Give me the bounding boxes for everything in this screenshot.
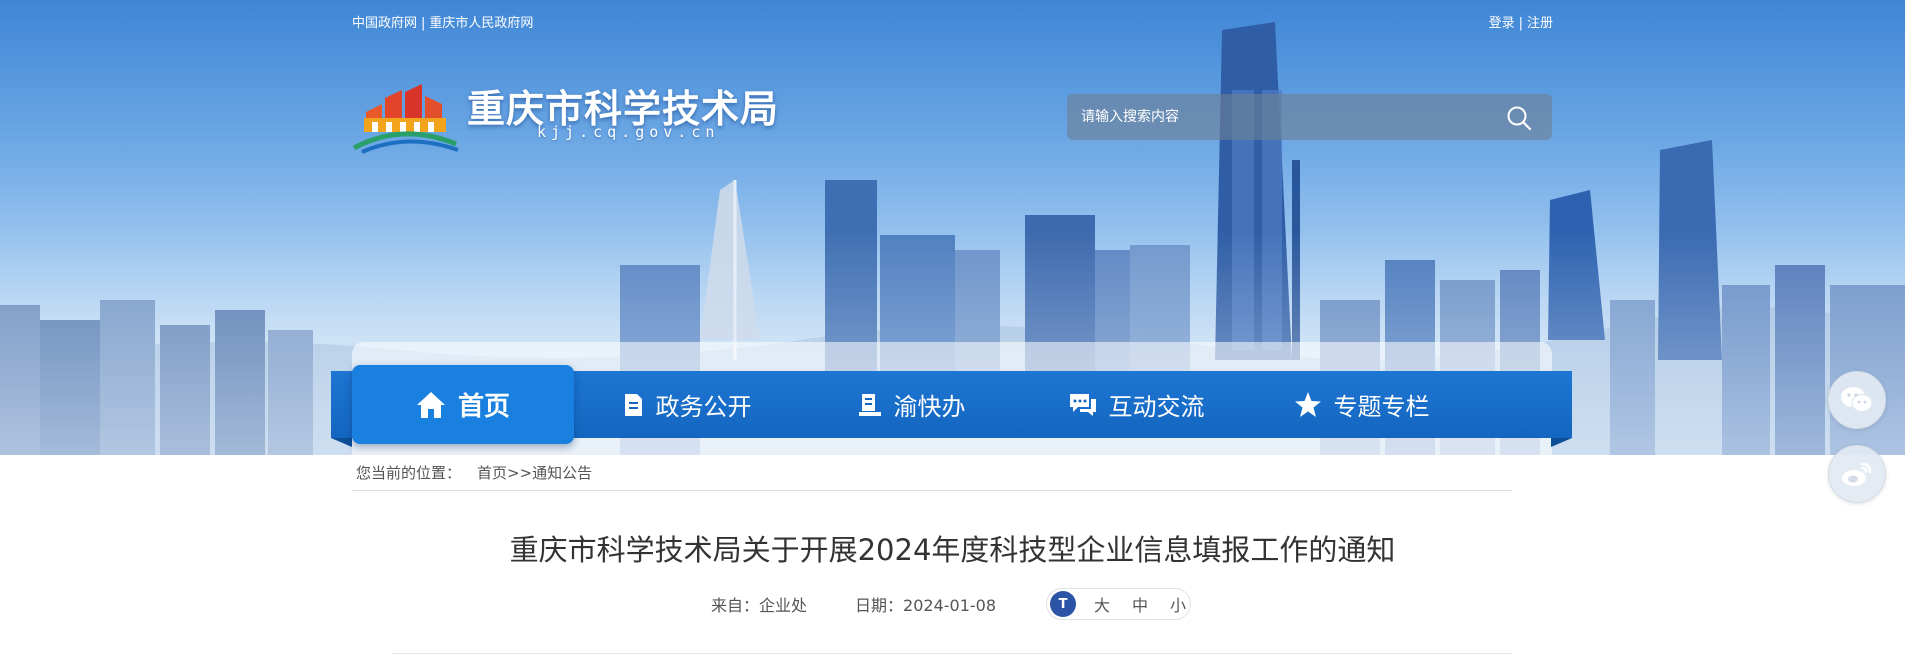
link-gov-cn[interactable]: 中国政府网 xyxy=(352,16,417,31)
nav-label: 政务公开 xyxy=(655,393,752,421)
nav-item-special-topics[interactable]: 专题专栏 xyxy=(1249,371,1474,438)
search-input[interactable] xyxy=(1081,94,1481,140)
font-size-small[interactable]: 小 xyxy=(1166,592,1190,616)
chat-icon xyxy=(1069,393,1096,416)
breadcrumb: 您当前的位置： 首页 >> 通知公告 xyxy=(352,455,1512,491)
date-label: 日期： xyxy=(855,596,904,615)
article-source: 来自：企业处 xyxy=(711,592,807,616)
search-icon[interactable] xyxy=(1506,105,1532,131)
site-logo-icon[interactable] xyxy=(352,70,462,155)
nav-label: 渝快办 xyxy=(893,393,966,421)
font-size-large[interactable]: 大 xyxy=(1090,592,1114,616)
user-link-separator: | xyxy=(1518,16,1523,31)
breadcrumb-current-link[interactable]: 通知公告 xyxy=(532,462,592,483)
font-size-medium[interactable]: 中 xyxy=(1128,592,1152,616)
login-link[interactable]: 登录 xyxy=(1489,16,1515,31)
home-icon xyxy=(416,391,445,418)
service-desk-icon xyxy=(858,393,881,416)
nav-label: 互动交流 xyxy=(1108,393,1205,421)
nav-item-government-affairs[interactable]: 政务公开 xyxy=(574,371,799,438)
content-divider xyxy=(392,653,1512,654)
breadcrumb-prefix: 您当前的位置： xyxy=(356,464,462,482)
source-value: 企业处 xyxy=(759,596,808,615)
star-icon xyxy=(1294,392,1321,417)
header-banner: 中国政府网 | 重庆市人民政府网 登录 | 注册 重庆市科学技术局 kjj.cq.gov… xyxy=(0,0,1905,455)
link-cq-gov[interactable]: 重庆市人民政府网 xyxy=(429,16,533,31)
document-icon xyxy=(624,393,642,416)
nav-label: 专题专栏 xyxy=(1333,393,1430,421)
nav-item-yukuaiban[interactable]: 渝快办 xyxy=(799,371,1024,438)
font-size-switcher: T 大 中 小 xyxy=(1046,588,1191,620)
breadcrumb-separator: >> xyxy=(507,463,533,482)
date-value: 2024-01-08 xyxy=(903,596,997,615)
search-box xyxy=(1067,94,1552,140)
main-nav: 首页 政务公开 渝快办 互动交流 专题专栏 xyxy=(331,365,1572,447)
nav-item-home[interactable]: 首页 xyxy=(352,365,574,444)
weibo-share-button[interactable] xyxy=(1828,445,1886,503)
font-size-icon: T xyxy=(1050,591,1076,617)
top-links: 中国政府网 | 重庆市人民政府网 xyxy=(352,12,533,31)
register-link[interactable]: 注册 xyxy=(1527,16,1553,31)
weibo-icon xyxy=(1842,462,1872,486)
breadcrumb-home-link[interactable]: 首页 xyxy=(477,462,507,483)
wechat-share-button[interactable] xyxy=(1828,371,1886,429)
nav-label: 首页 xyxy=(457,392,510,422)
article-meta: 来自：企业处 日期：2024-01-08 xyxy=(711,588,1044,620)
article-date: 日期：2024-01-08 xyxy=(855,592,996,616)
nav-item-interaction[interactable]: 互动交流 xyxy=(1024,371,1249,438)
source-label: 来自： xyxy=(711,596,760,615)
site-domain: kjj.cq.gov.cn xyxy=(537,123,720,141)
wechat-icon xyxy=(1841,387,1873,413)
article-title: 重庆市科学技术局关于开展2024年度科技型企业信息填报工作的通知 xyxy=(509,533,1396,567)
link-separator: | xyxy=(421,16,426,31)
user-links: 登录 | 注册 xyxy=(1489,12,1553,31)
